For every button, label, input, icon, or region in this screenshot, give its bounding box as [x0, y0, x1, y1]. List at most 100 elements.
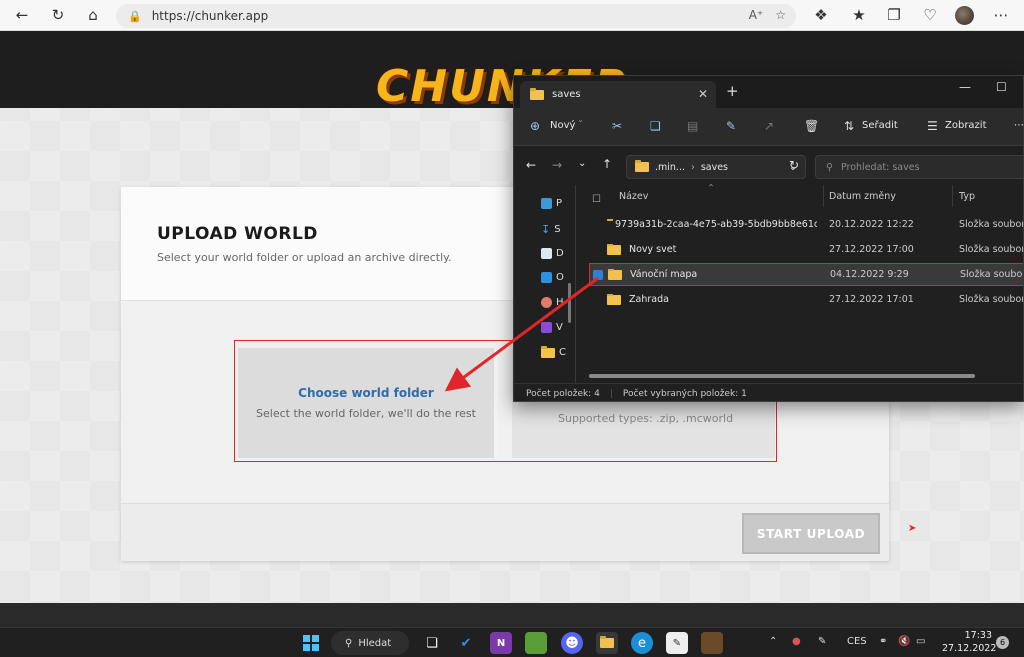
history-dropdown-icon[interactable]: ⌄: [578, 158, 586, 169]
refresh-icon[interactable]: ↻: [47, 4, 69, 26]
favorites-icon[interactable]: ★: [848, 4, 870, 26]
edge-icon[interactable]: e: [631, 632, 653, 654]
profile-avatar[interactable]: [955, 6, 974, 25]
horizontal-scrollbar[interactable]: [589, 374, 975, 378]
file-explorer-icon[interactable]: [596, 632, 618, 654]
search-icon: ⚲: [345, 637, 353, 649]
volume-muted-icon[interactable]: 🔇: [898, 636, 910, 647]
todo-icon[interactable]: ✔: [455, 632, 477, 654]
new-dropdown-icon[interactable]: ˇ: [578, 120, 583, 131]
nav-item-folder[interactable]: C: [541, 345, 566, 358]
minecraft-launcher-icon[interactable]: [701, 632, 723, 654]
battery-icon[interactable]: ▭: [916, 636, 925, 647]
more-options-icon[interactable]: ⋯: [1014, 120, 1023, 131]
list-item[interactable]: 9739a31b-2caa-4e75-ab39-5bdb9bb8e61c 20.…: [589, 213, 1023, 236]
notification-badge[interactable]: 6: [996, 636, 1009, 649]
discord-icon[interactable]: ☻: [561, 632, 583, 654]
close-tab-icon[interactable]: ✕: [698, 87, 708, 101]
music-icon: [541, 297, 552, 308]
column-divider[interactable]: [952, 185, 953, 207]
rename-icon[interactable]: ✎: [726, 119, 736, 133]
view-icon[interactable]: ☰: [927, 119, 938, 133]
file-list: ☐ Název ⌃ Datum změny Typ 9739a31b-2caa-…: [577, 183, 1023, 383]
maximize-icon[interactable]: ☐: [996, 80, 1007, 94]
nav-item-music[interactable]: H: [541, 297, 564, 308]
nav-item-videos[interactable]: V: [541, 322, 563, 333]
tray-app-icon[interactable]: ●: [792, 636, 801, 647]
home-icon[interactable]: ⌂: [82, 4, 104, 26]
explorer-statusbar: Počet položek: 4 | Počet vybraných polož…: [514, 383, 1023, 401]
taskbar-clock[interactable]: 17:33 27.12.2022: [942, 629, 997, 655]
explorer-toolbar: ⊕ Nový ˇ ✂ ❏ ▤ ✎ ↗ 🗑 ⇅ Seřadit ☰ Zobrazi…: [514, 108, 1023, 146]
nav-item-images[interactable]: O: [541, 272, 564, 283]
task-view-icon[interactable]: ❏: [421, 632, 443, 654]
address-bar[interactable]: 🔒 https://chunker.app A⁺ ☆: [116, 4, 796, 28]
collections-icon[interactable]: ❐: [883, 4, 905, 26]
download-icon: ↧: [541, 223, 551, 236]
explorer-address-row: ← → ⌄ ↑ .min... › saves ⌄ ↻ ⚲ Prohledat:…: [514, 147, 1023, 185]
health-icon[interactable]: ♡: [919, 4, 941, 26]
cut-icon[interactable]: ✂: [612, 119, 622, 133]
selected-checkbox[interactable]: [593, 269, 603, 280]
column-divider[interactable]: [823, 185, 824, 207]
onenote-icon[interactable]: N: [490, 632, 512, 654]
column-date[interactable]: Datum změny: [829, 191, 896, 202]
sort-button[interactable]: Seřadit: [862, 120, 898, 131]
notepad-icon[interactable]: ✎: [666, 632, 688, 654]
explorer-tab[interactable]: saves ✕: [520, 81, 716, 108]
extensions-icon[interactable]: ❖: [810, 4, 832, 26]
sort-indicator-icon: ⌃: [707, 183, 715, 194]
list-item-selected[interactable]: Vánoční mapa 04.12.2022 9:29 Složka soub…: [589, 263, 1023, 286]
document-icon: [541, 248, 552, 259]
explorer-titlebar: saves ✕ + — ☐: [514, 76, 1023, 108]
nav-scrollbar[interactable]: [568, 283, 571, 323]
taskbar-search[interactable]: ⚲ Hledat: [331, 631, 409, 655]
clock-time: 17:33: [964, 630, 992, 641]
delete-icon[interactable]: 🗑: [804, 119, 819, 133]
path-part-1[interactable]: .min...: [655, 162, 685, 173]
new-button[interactable]: Nový: [550, 120, 575, 131]
status-divider: |: [609, 388, 613, 399]
list-item[interactable]: Novy svet 27.12.2022 17:00 Složka soubor…: [589, 238, 1023, 261]
nav-item-pictures[interactable]: P: [541, 198, 562, 209]
lock-icon: 🔒: [128, 9, 142, 23]
windows-taskbar: ⚲ Hledat ❏ ✔ N ☻ e ✎ ⌃ ● ✎ CES ⚭ 🔇 ▭ 17:…: [0, 627, 1024, 657]
nav-item-downloads[interactable]: ↧ S: [541, 223, 561, 236]
up-arrow-icon[interactable]: ↑: [602, 157, 612, 171]
tray-overflow-icon[interactable]: ⌃: [769, 636, 777, 647]
back-icon[interactable]: ←: [11, 4, 33, 26]
favorite-add-icon[interactable]: ☆: [775, 8, 786, 22]
network-icon[interactable]: ⚭: [879, 636, 887, 647]
clock-date: 27.12.2022: [942, 643, 997, 654]
column-type[interactable]: Typ: [959, 191, 975, 202]
back-arrow-icon[interactable]: ←: [526, 158, 536, 172]
copy-icon[interactable]: ❏: [650, 119, 661, 133]
language-indicator[interactable]: CES: [847, 636, 867, 647]
nav-item-documents[interactable]: D: [541, 248, 564, 259]
share-icon[interactable]: ↗: [764, 119, 774, 133]
start-button[interactable]: [300, 632, 322, 654]
explorer-search[interactable]: ⚲ Prohledat: saves: [815, 155, 1023, 179]
sort-icon[interactable]: ⇅: [844, 119, 854, 133]
pen-icon[interactable]: ✎: [818, 636, 826, 647]
paste-icon[interactable]: ▤: [687, 119, 698, 133]
navigation-pane: P ↧ S D O H V C: [514, 185, 576, 383]
refresh-folder-icon[interactable]: ↻: [789, 158, 799, 172]
view-button[interactable]: Zobrazit: [945, 120, 987, 131]
minimize-icon[interactable]: —: [959, 80, 971, 94]
path-part-2[interactable]: saves: [701, 162, 728, 173]
select-all-checkbox[interactable]: ☐: [592, 194, 601, 205]
list-item[interactable]: Zahrada 27.12.2022 17:01 Složka souborů: [589, 288, 1023, 311]
folder-icon: [607, 294, 621, 305]
minecraft-icon[interactable]: [525, 632, 547, 654]
selected-count: Počet vybraných položek: 1: [622, 388, 747, 399]
read-aloud-icon[interactable]: A⁺: [749, 8, 764, 22]
column-name[interactable]: Název: [619, 191, 648, 202]
forward-arrow-icon[interactable]: →: [552, 158, 562, 172]
path-bar[interactable]: .min... › saves ⌄: [626, 155, 806, 179]
more-menu-icon[interactable]: ⋯: [990, 4, 1012, 26]
url-text: https://chunker.app: [151, 9, 269, 23]
new-tab-icon[interactable]: +: [726, 82, 739, 100]
start-upload-button[interactable]: START UPLOAD: [742, 513, 880, 554]
new-icon[interactable]: ⊕: [530, 119, 540, 133]
